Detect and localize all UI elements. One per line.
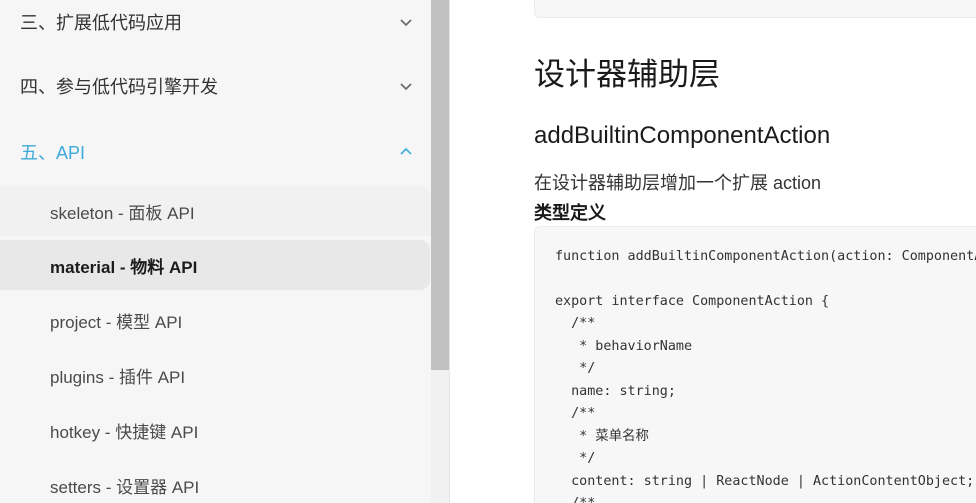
chevron-down-icon xyxy=(400,19,412,27)
sidebar-item-label: setters - 设置器 API xyxy=(50,477,200,497)
sidebar-item-label: material - 物料 API xyxy=(50,257,198,277)
code-line: /** xyxy=(555,493,595,503)
method-description: 在设计器辅助层增加一个扩展 action xyxy=(534,173,822,193)
sidebar-section-engine-dev[interactable]: 四、参与低代码引擎开发 xyxy=(0,64,431,108)
main-content: 设计器辅助层 addBuiltinComponentAction 在设计器辅助层… xyxy=(451,0,976,503)
sidebar-item-setters[interactable]: setters - 设置器 API xyxy=(0,460,431,503)
sidebar-item-skeleton[interactable]: skeleton - 面板 API xyxy=(0,186,431,236)
code-line: */ xyxy=(555,451,596,466)
section-heading: 设计器辅助层 xyxy=(534,57,720,92)
code-line: export interface ComponentAction { xyxy=(555,294,830,309)
sidebar-item-hotkey[interactable]: hotkey - 快捷键 API xyxy=(0,405,431,455)
code-line: /** xyxy=(555,406,596,421)
sidebar-item-label: skeleton - 面板 API xyxy=(50,203,195,223)
code-line: * 菜单名称 xyxy=(555,429,649,444)
code-line: * behaviorName xyxy=(555,339,693,354)
sidebar-item-label: project - 模型 API xyxy=(50,312,183,332)
code-line: /** xyxy=(555,316,596,331)
sidebar-section-extend-app[interactable]: 三、扩展低代码应用 xyxy=(0,0,431,44)
code-line: content: string | ReactNode | ActionCont… xyxy=(555,474,975,489)
code-line: */ xyxy=(555,361,596,376)
chevron-up-icon xyxy=(400,147,412,155)
docs-page: 三、扩展低代码应用 四、参与低代码引擎开发 五、API skeleton - 面… xyxy=(0,0,976,503)
sidebar-item-label: hotkey - 快捷键 API xyxy=(50,422,199,442)
type-definition-label: 类型定义 xyxy=(534,203,606,223)
sidebar-scrollbar-thumb[interactable] xyxy=(431,0,449,370)
sidebar-item-project[interactable]: project - 模型 API xyxy=(0,295,431,345)
sidebar-item-plugins[interactable]: plugins - 插件 API xyxy=(0,350,431,400)
sidebar-nav: 三、扩展低代码应用 四、参与低代码引擎开发 五、API skeleton - 面… xyxy=(0,0,431,503)
sidebar-item-label: plugins - 插件 API xyxy=(50,367,186,387)
sidebar-section-label: 五、API xyxy=(20,143,86,163)
sidebar-section-api[interactable]: 五、API xyxy=(0,130,431,174)
sidebar-section-label: 三、扩展低代码应用 xyxy=(20,13,182,33)
code-block: function addBuiltinComponentAction(actio… xyxy=(534,226,976,503)
previous-code-block xyxy=(534,0,976,18)
chevron-down-icon xyxy=(400,83,412,91)
method-heading: addBuiltinComponentAction xyxy=(534,122,831,149)
sidebar-section-label: 四、参与低代码引擎开发 xyxy=(20,77,218,97)
code-line: function addBuiltinComponentAction(actio… xyxy=(555,249,976,264)
code-line: name: string; xyxy=(555,384,676,399)
sidebar-item-material[interactable]: material - 物料 API xyxy=(0,240,430,290)
